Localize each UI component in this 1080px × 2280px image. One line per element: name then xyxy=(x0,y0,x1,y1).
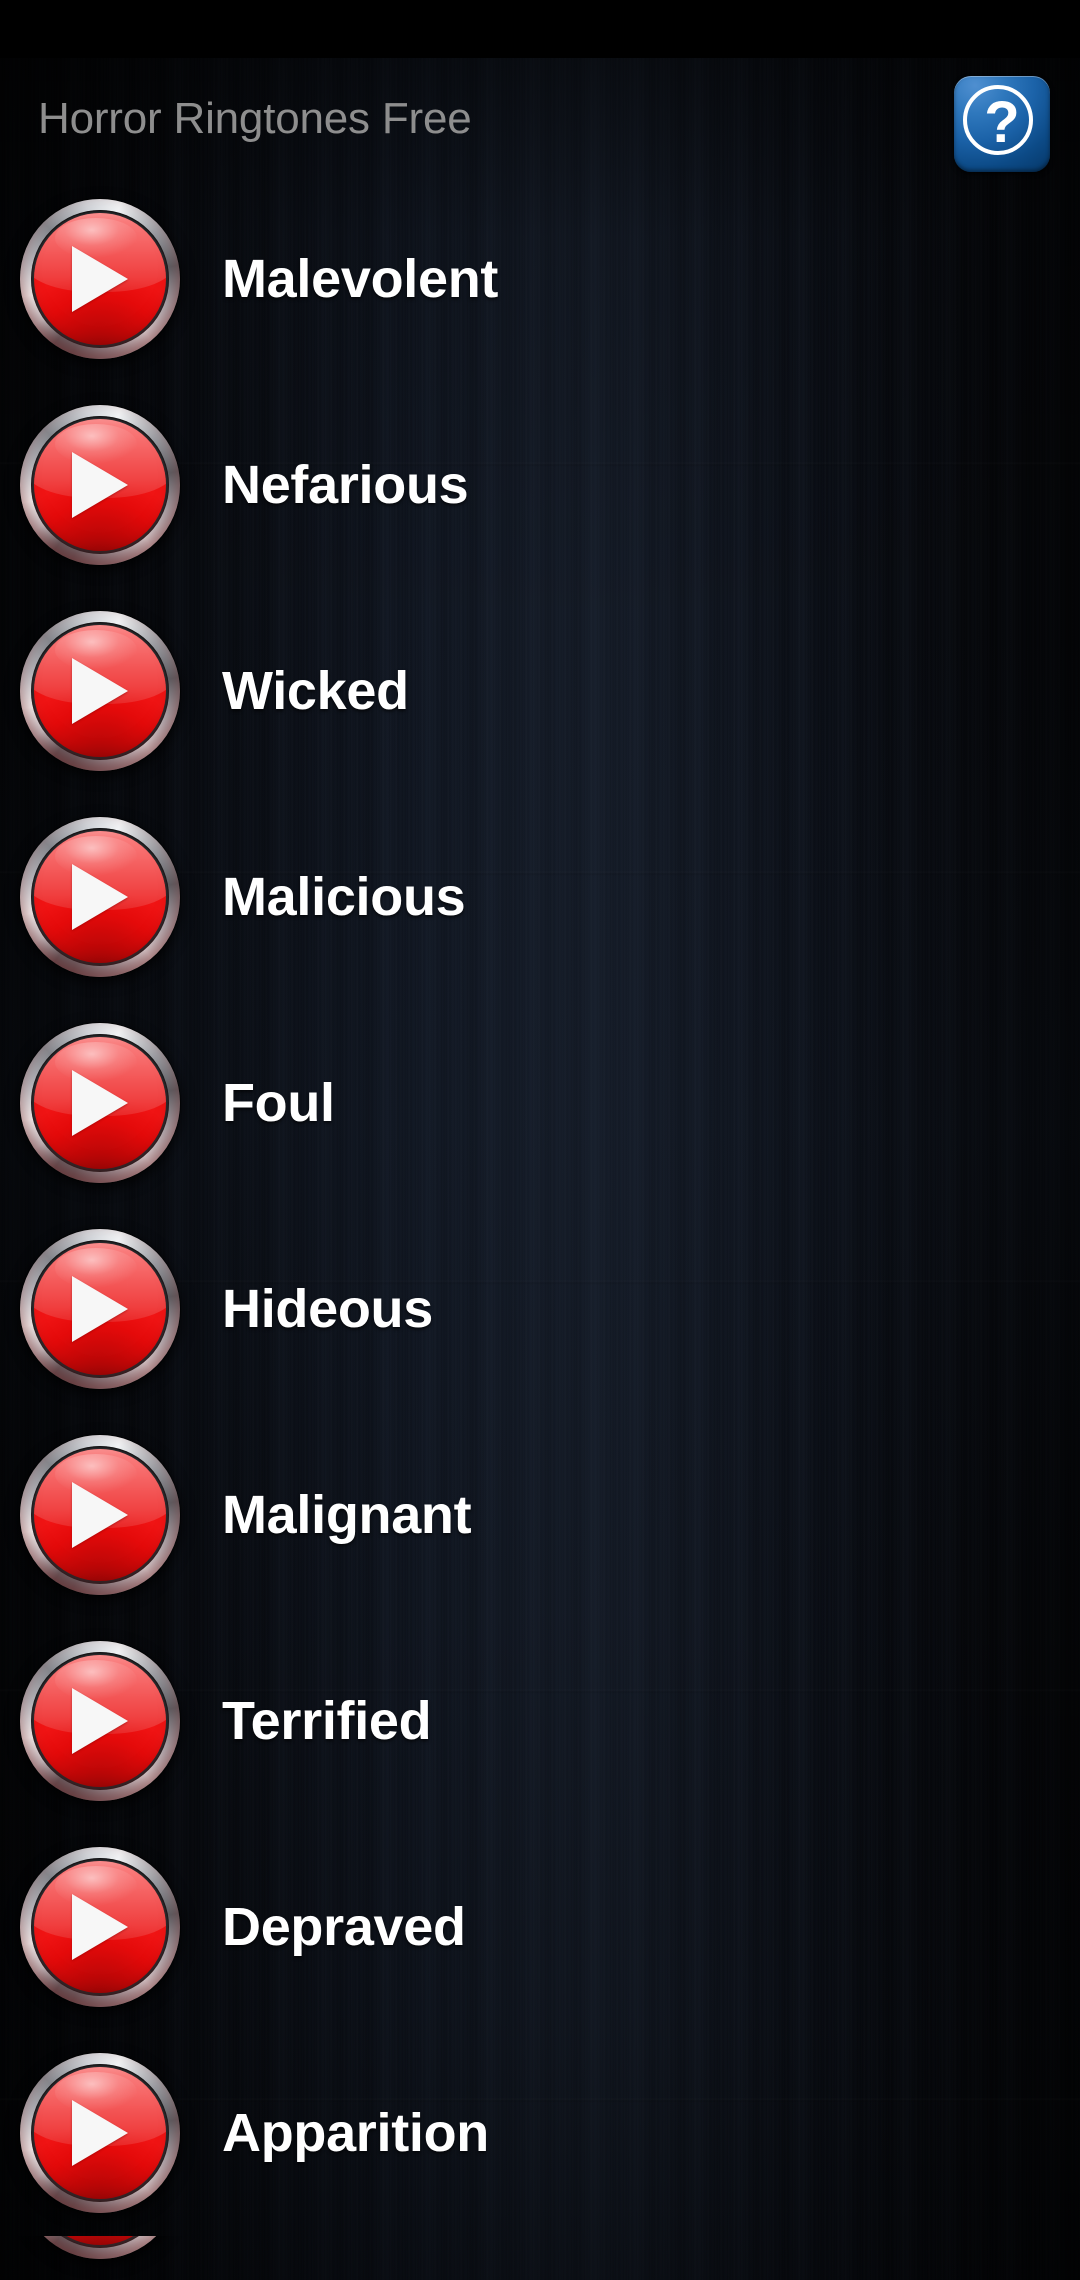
play-triangle-icon xyxy=(72,1070,128,1136)
play-button[interactable] xyxy=(20,2236,180,2259)
ringtone-name: Nefarious xyxy=(222,455,469,515)
play-triangle-icon xyxy=(72,246,128,312)
play-button[interactable] xyxy=(20,1229,180,1389)
list-item[interactable]: Malevolent xyxy=(0,176,1080,382)
play-button[interactable] xyxy=(20,817,180,977)
list-item[interactable]: Terrified xyxy=(0,1618,1080,1824)
ringtone-name: Apparition xyxy=(222,2103,489,2163)
list-item[interactable]: Foul xyxy=(0,1000,1080,1206)
play-triangle-icon xyxy=(72,1482,128,1548)
ringtone-name: Malevolent xyxy=(222,249,499,309)
list-item[interactable]: Depraved xyxy=(0,1824,1080,2030)
ringtone-name: Malicious xyxy=(222,867,466,927)
help-button[interactable]: ? xyxy=(954,76,1050,172)
list-item[interactable]: Malignant xyxy=(0,1412,1080,1618)
play-triangle-icon xyxy=(72,452,128,518)
play-button[interactable] xyxy=(20,2053,180,2213)
ringtone-name: Wicked xyxy=(222,661,409,721)
play-triangle-icon xyxy=(72,1894,128,1960)
play-button-shading xyxy=(20,2236,180,2259)
play-triangle-icon xyxy=(72,1276,128,1342)
play-button[interactable] xyxy=(20,1847,180,2007)
list-item[interactable]: Hideous xyxy=(0,1206,1080,1412)
question-mark-icon: ? xyxy=(984,89,1020,155)
play-triangle-icon xyxy=(72,1688,128,1754)
play-triangle-icon xyxy=(72,2100,128,2166)
ringtone-name: Foul xyxy=(222,1073,335,1133)
play-button[interactable] xyxy=(20,611,180,771)
play-triangle-icon xyxy=(72,864,128,930)
app-screen: Horror Ringtones Free ? Malevolent Nefari… xyxy=(0,0,1080,2280)
play-button[interactable] xyxy=(20,1023,180,1183)
list-item-partial[interactable] xyxy=(0,2236,1080,2280)
status-bar xyxy=(0,0,1080,58)
play-button[interactable] xyxy=(20,405,180,565)
app-header: Horror Ringtones Free ? xyxy=(0,58,1080,176)
ringtone-name: Depraved xyxy=(222,1897,466,1957)
play-button[interactable] xyxy=(20,1641,180,1801)
list-item[interactable]: Apparition xyxy=(0,2030,1080,2236)
play-button[interactable] xyxy=(20,199,180,359)
page-title: Horror Ringtones Free xyxy=(38,94,472,143)
ringtone-list: Malevolent Nefarious Wicked Malicious Foul Hi… xyxy=(0,176,1080,2236)
play-button[interactable] xyxy=(20,1435,180,1595)
ringtone-name: Malignant xyxy=(222,1485,472,1545)
ringtone-name: Terrified xyxy=(222,1691,432,1751)
play-triangle-icon xyxy=(72,658,128,724)
ringtone-name: Hideous xyxy=(222,1279,433,1339)
list-item[interactable]: Nefarious xyxy=(0,382,1080,588)
list-item[interactable]: Malicious xyxy=(0,794,1080,1000)
list-item[interactable]: Wicked xyxy=(0,588,1080,794)
